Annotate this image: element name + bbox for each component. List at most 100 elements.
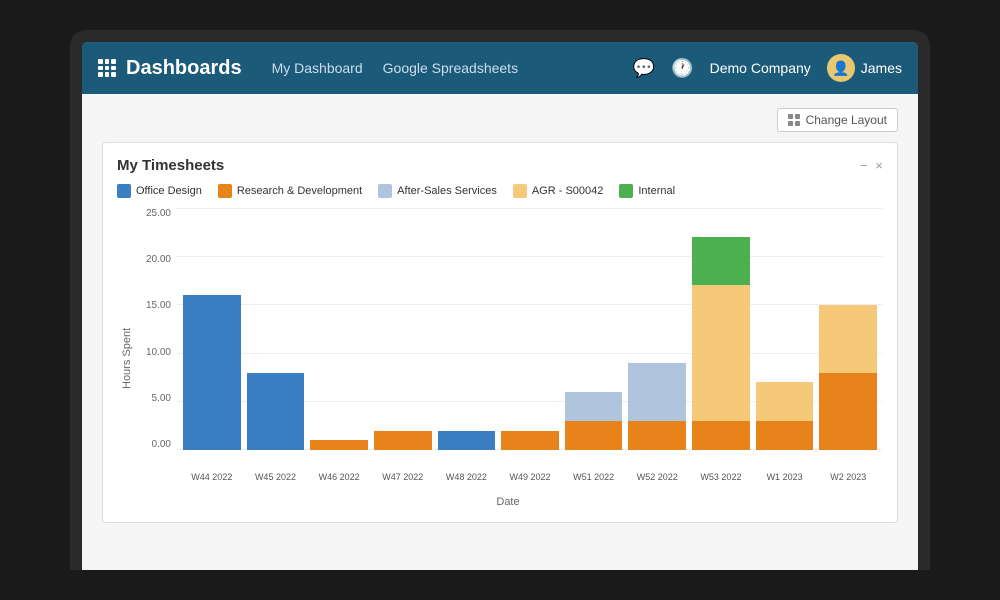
y-axis: 25.0020.0015.0010.005.000.00: [133, 208, 177, 470]
x-label: W2 2023: [819, 472, 877, 492]
chart-card: My Timesheets − × Office Design Research…: [102, 142, 898, 523]
y-tick: 0.00: [152, 439, 171, 450]
x-label: W44 2022: [183, 472, 241, 492]
y-tick: 15.00: [146, 300, 171, 311]
stacked-bar: [819, 305, 877, 450]
legend-color: [513, 184, 527, 198]
x-axis: W44 2022W45 2022W46 2022W47 2022W48 2022…: [133, 472, 883, 492]
bar-segment: [183, 295, 241, 450]
stacked-bar: [565, 392, 623, 450]
bar-segment: [756, 382, 814, 421]
chart-plot: 25.0020.0015.0010.005.000.00: [133, 208, 883, 470]
legend-item: AGR - S00042: [513, 184, 604, 198]
legend-color: [378, 184, 392, 198]
bar-group: [374, 208, 432, 450]
bar-segment: [692, 237, 750, 285]
chart-controls: − ×: [860, 158, 883, 173]
legend-label: Research & Development: [237, 185, 362, 197]
legend-label: After-Sales Services: [397, 185, 497, 197]
bar-segment: [565, 421, 623, 450]
bar-segment: [438, 431, 496, 450]
bar-segment: [819, 305, 877, 373]
chart-header: My Timesheets − ×: [117, 157, 883, 174]
bars-area: [177, 208, 883, 470]
y-tick: 20.00: [146, 254, 171, 265]
history-icon[interactable]: 🕐: [671, 58, 693, 79]
bar-group: [501, 208, 559, 450]
bar-segment: [692, 421, 750, 450]
avatar: 👤: [827, 54, 855, 82]
legend-label: Office Design: [136, 185, 202, 197]
bar-segment: [628, 363, 686, 421]
company-name: Demo Company: [710, 60, 811, 76]
chat-icon[interactable]: 💬: [633, 58, 655, 79]
bar-group: [310, 208, 368, 450]
toolbar: Change Layout: [102, 108, 898, 132]
brand-title: Dashboards: [126, 57, 242, 80]
stacked-bar: [183, 295, 241, 450]
nav-right: 💬 🕐 Demo Company 👤 James: [633, 54, 902, 82]
nav-my-dashboard[interactable]: My Dashboard: [272, 60, 363, 76]
x-label: W48 2022: [438, 472, 496, 492]
bar-group: [247, 208, 305, 450]
change-layout-label: Change Layout: [806, 113, 887, 127]
stacked-bar: [501, 431, 559, 450]
bar-group: [438, 208, 496, 450]
bars-container: [177, 208, 883, 450]
x-label: W53 2022: [692, 472, 750, 492]
chart-title: My Timesheets: [117, 157, 224, 174]
y-tick: 10.00: [146, 347, 171, 358]
x-label: W47 2022: [374, 472, 432, 492]
chart-area: Hours Spent 25.0020.0015.0010.005.000.00…: [117, 208, 883, 508]
minimize-button[interactable]: −: [860, 158, 868, 173]
layout-icon: [788, 114, 800, 126]
chart-inner: 25.0020.0015.0010.005.000.00 W44 2022W45…: [133, 208, 883, 508]
username: James: [861, 60, 902, 76]
bar-segment: [628, 421, 686, 450]
chart-legend: Office Design Research & Development Aft…: [117, 184, 883, 198]
bar-group: [628, 208, 686, 450]
bar-segment: [374, 431, 432, 450]
x-label: W1 2023: [756, 472, 814, 492]
nav-links: My Dashboard Google Spreadsheets: [272, 60, 518, 76]
change-layout-button[interactable]: Change Layout: [777, 108, 898, 132]
apps-icon: [98, 59, 116, 77]
nav-google-spreadsheets[interactable]: Google Spreadsheets: [383, 60, 518, 76]
x-label: W45 2022: [247, 472, 305, 492]
stacked-bar: [247, 373, 305, 450]
x-label: W49 2022: [501, 472, 559, 492]
x-label: W51 2022: [565, 472, 623, 492]
stacked-bar: [374, 431, 432, 450]
bar-segment: [819, 373, 877, 450]
bar-group: [692, 208, 750, 450]
legend-label: AGR - S00042: [532, 185, 604, 197]
bar-group: [819, 208, 877, 450]
x-axis-title: Date: [133, 496, 883, 508]
user-info[interactable]: 👤 James: [827, 54, 902, 82]
navbar: Dashboards My Dashboard Google Spreadshe…: [82, 42, 918, 94]
stacked-bar: [628, 363, 686, 450]
legend-label: Internal: [638, 185, 675, 197]
bar-segment: [247, 373, 305, 450]
brand: Dashboards: [98, 57, 242, 80]
y-axis-label: Hours Spent: [117, 208, 133, 508]
stacked-bar: [692, 237, 750, 450]
stacked-bar: [756, 382, 814, 450]
bar-segment: [310, 440, 368, 450]
close-button[interactable]: ×: [875, 158, 883, 173]
legend-item: Internal: [619, 184, 675, 198]
screen: Dashboards My Dashboard Google Spreadshe…: [82, 42, 918, 570]
laptop-frame: Dashboards My Dashboard Google Spreadshe…: [70, 30, 930, 570]
stacked-bar: [310, 440, 368, 450]
legend-item: Office Design: [117, 184, 202, 198]
bar-segment: [756, 421, 814, 450]
legend-color: [218, 184, 232, 198]
bar-group: [183, 208, 241, 450]
bar-group: [565, 208, 623, 450]
legend-item: Research & Development: [218, 184, 362, 198]
legend-item: After-Sales Services: [378, 184, 497, 198]
legend-color: [619, 184, 633, 198]
main-content: Change Layout My Timesheets − × Office D…: [82, 94, 918, 570]
legend-color: [117, 184, 131, 198]
bar-group: [756, 208, 814, 450]
